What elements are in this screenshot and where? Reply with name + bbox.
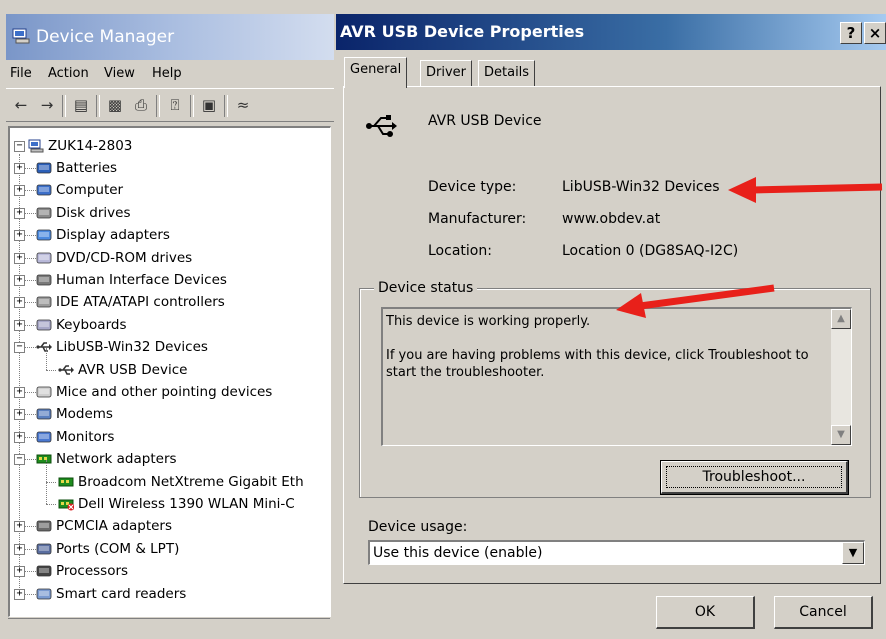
red-arrow-icon [616,284,775,318]
red-arrow-icon [728,177,883,203]
annotation-overlay [616,177,883,318]
tab-general[interactable]: General [344,57,408,88]
